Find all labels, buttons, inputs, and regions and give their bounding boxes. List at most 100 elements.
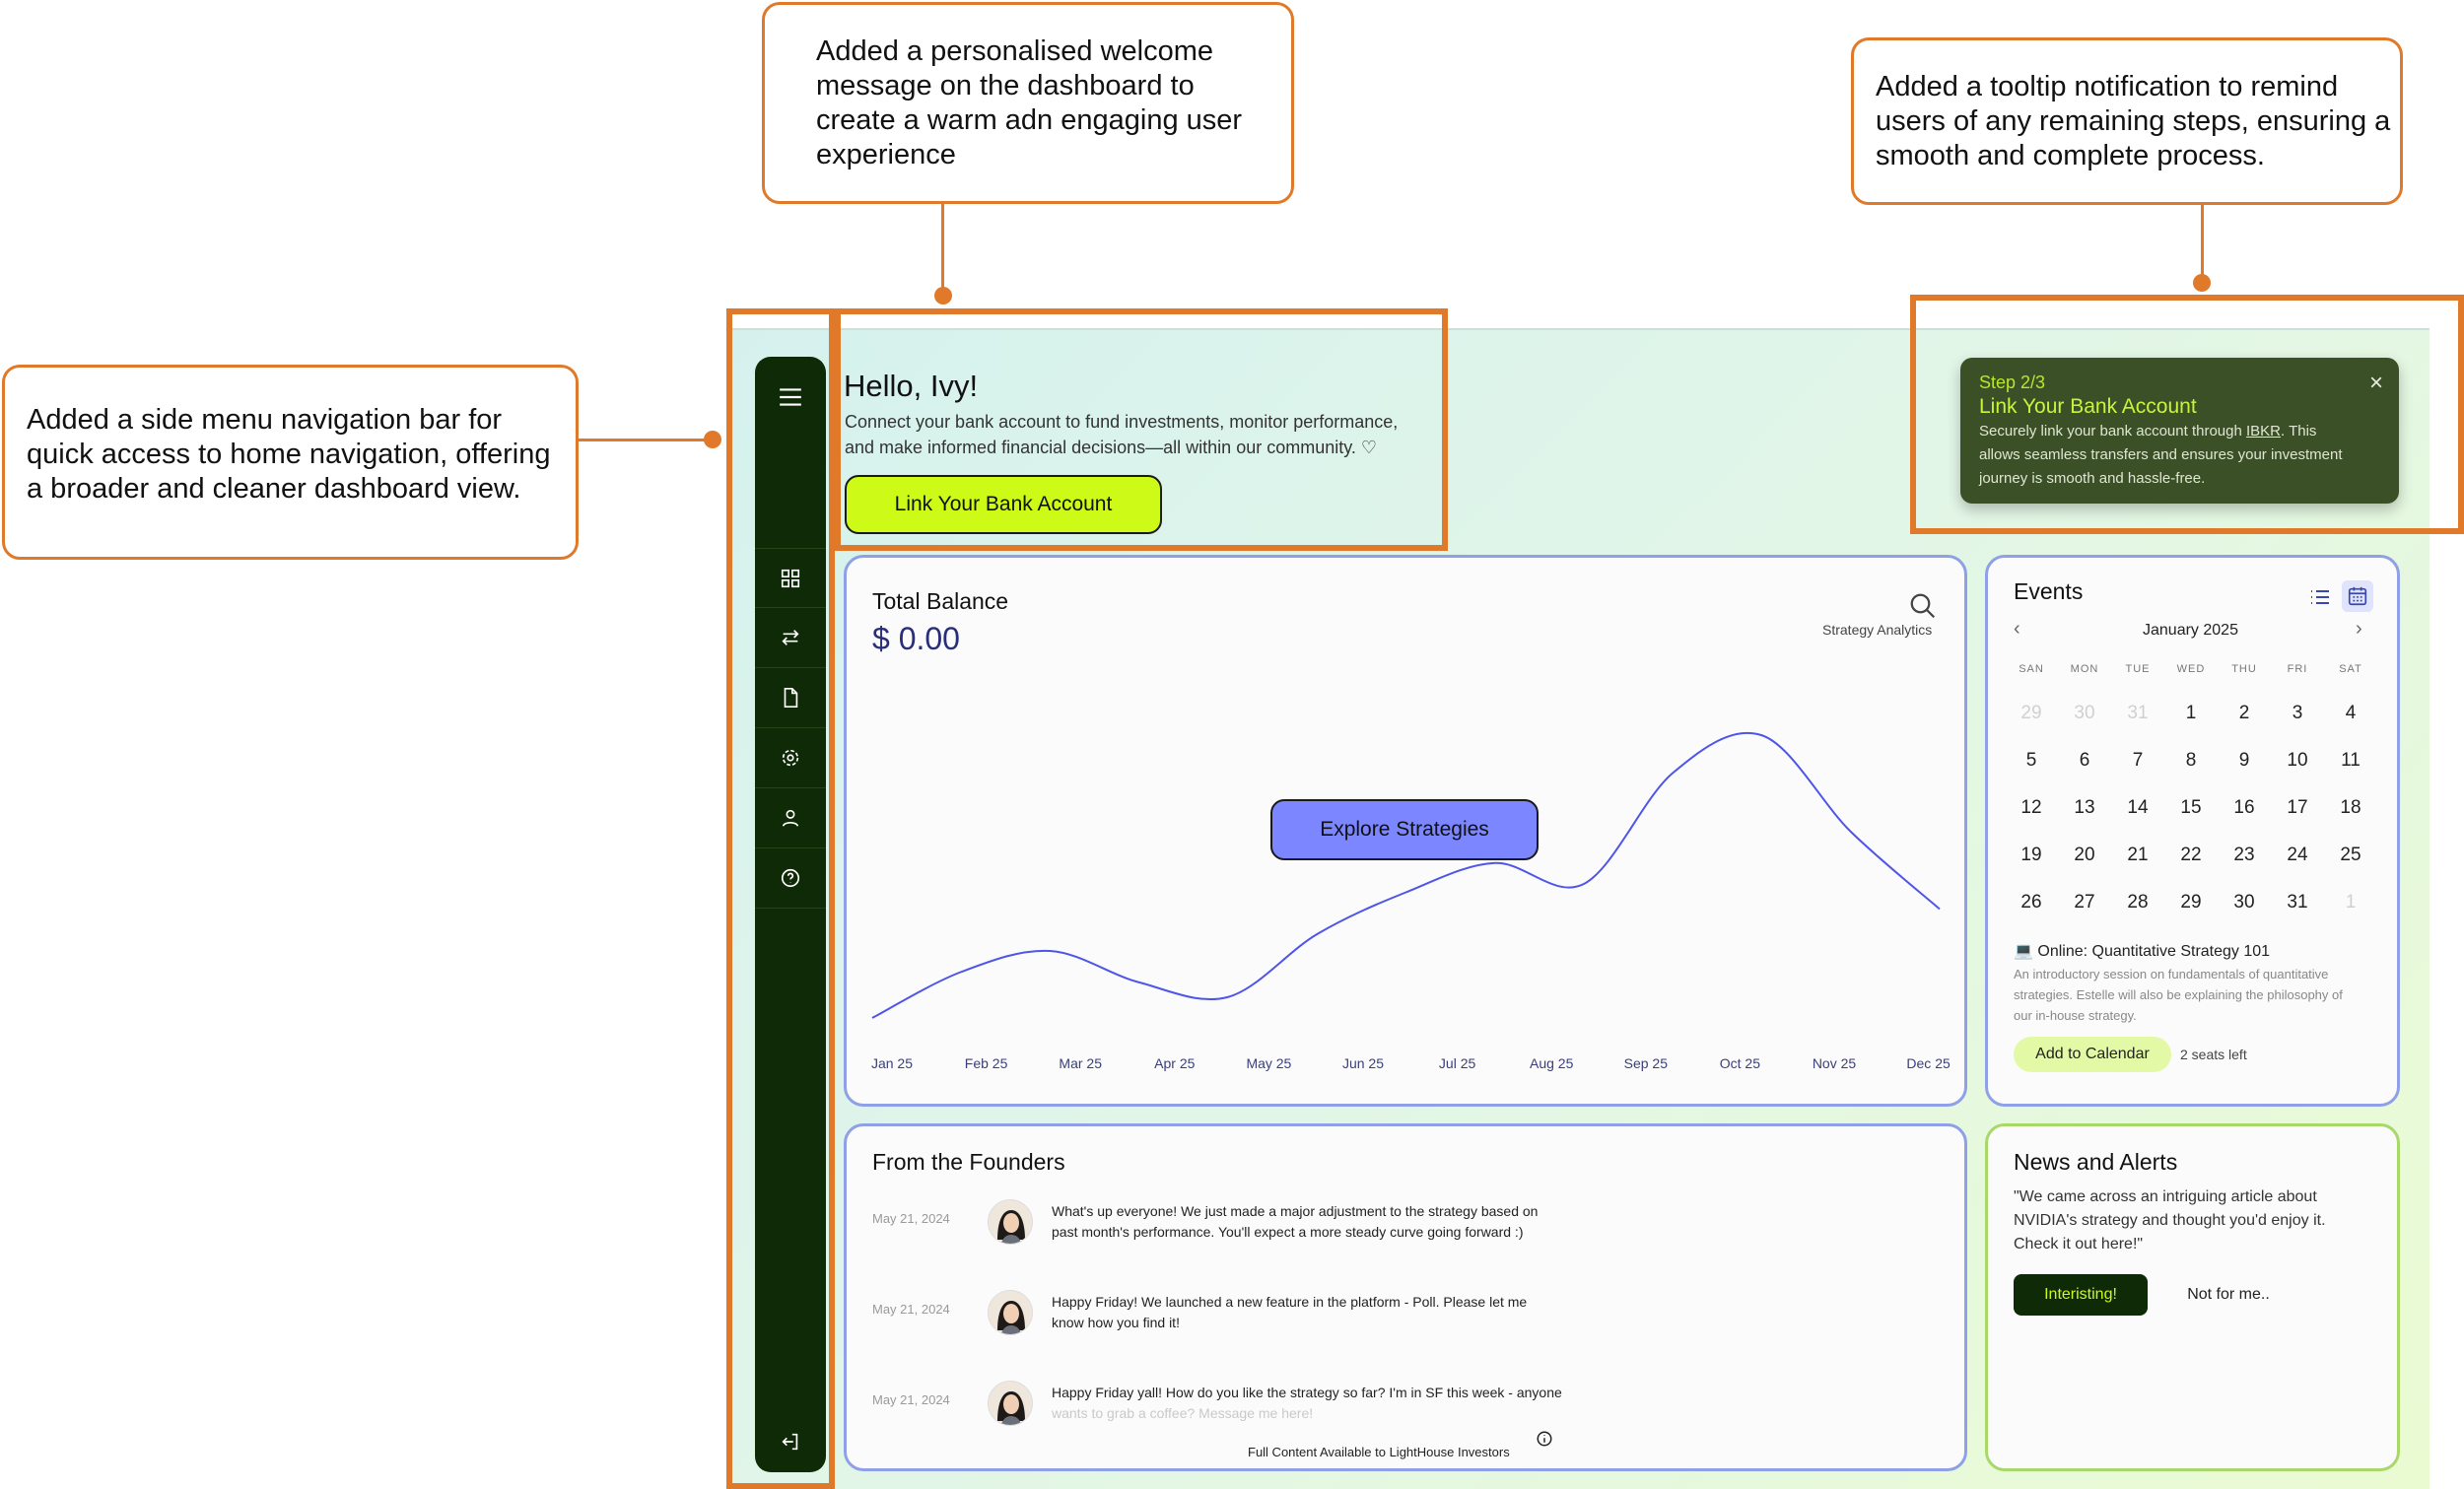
balance-amount: $ 0.00 [872, 621, 960, 656]
post-text: wants to grab a coffee? Message me here! [1052, 1405, 1314, 1421]
highlight-tooltip [1910, 295, 2464, 534]
highlight-sidebar [726, 308, 835, 1489]
calendar-day-outside[interactable]: 31 [2111, 703, 2164, 724]
x-tick-label: Aug 25 [1530, 1055, 1574, 1071]
connector-sidebar [579, 439, 712, 441]
events-title: Events [2014, 578, 2084, 604]
weekday-label: THU [2231, 663, 2257, 675]
calendar-day[interactable]: 13 [2058, 797, 2111, 819]
calendar-day[interactable]: 23 [2218, 845, 2271, 866]
connector-dot-sidebar [704, 431, 721, 448]
post-text: Happy Friday! We launched a new feature … [1052, 1294, 1528, 1310]
callout-tooltip: Added a tooltip notification to remind u… [1851, 37, 2403, 205]
x-tick-label: Sep 25 [1624, 1055, 1669, 1071]
post-text: know how you find it! [1052, 1315, 1180, 1330]
x-tick-label: Jul 25 [1439, 1055, 1476, 1071]
next-month-button[interactable]: › [2356, 618, 2362, 641]
founder-avatar [988, 1381, 1033, 1426]
calendar-day[interactable]: 19 [2005, 845, 2058, 866]
news-line-2: NVIDIA's strategy and thought you'd enjo… [2014, 1212, 2326, 1229]
balance-series-line [871, 731, 1941, 1019]
callout-sidebar-text: Added a side menu navigation bar for qui… [27, 404, 551, 505]
founders-title: From the Founders [872, 1149, 1065, 1175]
news-title: News and Alerts [2014, 1149, 2178, 1175]
callout-tooltip-text: Added a tooltip notification to remind u… [1876, 71, 2391, 171]
calendar-icon [2348, 586, 2367, 606]
info-icon[interactable] [1536, 1430, 1553, 1448]
post-date: May 21, 2024 [872, 1302, 950, 1317]
calendar-day[interactable]: 9 [2218, 750, 2271, 772]
prev-month-button[interactable]: ‹ [2014, 618, 2020, 641]
not-for-me-button[interactable]: Not for me.. [2164, 1274, 2293, 1316]
calendar-day[interactable]: 7 [2111, 750, 2164, 772]
x-tick-label: May 25 [1246, 1055, 1291, 1071]
calendar-day[interactable]: 1 [2164, 703, 2218, 724]
calendar-day[interactable]: 25 [2324, 845, 2377, 866]
x-tick-label: Dec 25 [1906, 1055, 1951, 1071]
strategy-analytics-label[interactable]: Strategy Analytics [1822, 622, 1932, 638]
event-desc-3: our in-house strategy. [2014, 1008, 2137, 1023]
post-text: What's up everyone! We just made a major… [1052, 1203, 1539, 1219]
calendar-day[interactable]: 17 [2271, 797, 2324, 819]
calendar-day[interactable]: 8 [2164, 750, 2218, 772]
calendar-day-outside[interactable]: 1 [2324, 892, 2377, 914]
calendar-day[interactable]: 5 [2005, 750, 2058, 772]
callout-welcome-text: Added a personalised welcome message on … [816, 35, 1243, 170]
x-tick-label: Jun 25 [1342, 1055, 1384, 1071]
x-tick-label: Mar 25 [1059, 1055, 1102, 1071]
event-desc-1: An introductory session on fundamentals … [2014, 967, 2329, 981]
calendar-month: January 2025 [2143, 622, 2238, 639]
event-title[interactable]: 💻 Online: Quantitative Strategy 101 [2014, 941, 2270, 961]
calendar-day[interactable]: 30 [2218, 892, 2271, 914]
interesting-button[interactable]: Interisting! [2014, 1274, 2148, 1316]
calendar-day[interactable]: 26 [2005, 892, 2058, 914]
calendar-day[interactable]: 4 [2324, 703, 2377, 724]
add-to-calendar-button[interactable]: Add to Calendar [2014, 1037, 2171, 1072]
news-line-3: Check it out here!" [2014, 1236, 2144, 1252]
search-icon[interactable] [1908, 591, 1938, 621]
post-text: Happy Friday yall! How do you like the s… [1052, 1385, 1562, 1400]
calendar-day[interactable]: 21 [2111, 845, 2164, 866]
calendar-day[interactable]: 6 [2058, 750, 2111, 772]
seats-left: 2 seats left [2180, 1047, 2247, 1062]
calendar-view-toggle[interactable] [2342, 580, 2373, 612]
calendar-day[interactable]: 28 [2111, 892, 2164, 914]
calendar-day[interactable]: 12 [2005, 797, 2058, 819]
callout-welcome: Added a personalised welcome message on … [762, 2, 1294, 204]
calendar-day[interactable]: 18 [2324, 797, 2377, 819]
connector-dot-tooltip [2193, 274, 2211, 292]
x-tick-label: Feb 25 [965, 1055, 1008, 1071]
calendar-day[interactable]: 15 [2164, 797, 2218, 819]
weekday-label: WED [2176, 663, 2206, 675]
founder-avatar [988, 1199, 1033, 1245]
explore-strategies-button[interactable]: Explore Strategies [1270, 799, 1539, 860]
calendar-day[interactable]: 20 [2058, 845, 2111, 866]
callout-sidebar: Added a side menu navigation bar for qui… [2, 365, 579, 560]
news-line-1: "We came across an intriguing article ab… [2014, 1188, 2317, 1205]
weekday-label: TUE [2125, 663, 2151, 675]
x-tick-label: Oct 25 [1720, 1055, 1760, 1071]
event-desc-2: strategies. Estelle will also be explain… [2014, 987, 2343, 1002]
x-tick-label: Jan 25 [871, 1055, 913, 1071]
calendar-day[interactable]: 3 [2271, 703, 2324, 724]
calendar-day[interactable]: 2 [2218, 703, 2271, 724]
calendar-day[interactable]: 22 [2164, 845, 2218, 866]
post-date: May 21, 2024 [872, 1392, 950, 1407]
calendar-day[interactable]: 14 [2111, 797, 2164, 819]
list-view-icon[interactable] [2308, 585, 2332, 609]
calendar-day[interactable]: 11 [2324, 750, 2377, 772]
calendar-day[interactable]: 24 [2271, 845, 2324, 866]
calendar-day[interactable]: 16 [2218, 797, 2271, 819]
balance-chart: Jan 25 Feb 25 Mar 25 Apr 25 May 25 Jun 25 Jul … [871, 731, 1951, 1071]
calendar-day[interactable]: 10 [2271, 750, 2324, 772]
connector-dot-welcome [934, 287, 952, 305]
calendar-day-outside[interactable]: 30 [2058, 703, 2111, 724]
calendar-day-outside[interactable]: 29 [2005, 703, 2058, 724]
highlight-welcome [835, 308, 1448, 551]
calendar-day[interactable]: 31 [2271, 892, 2324, 914]
weekday-label: FRI [2287, 663, 2308, 675]
calendar-day[interactable]: 29 [2164, 892, 2218, 914]
post-text: past month's performance. You'll expect … [1052, 1224, 1524, 1240]
calendar-day[interactable]: 27 [2058, 892, 2111, 914]
weekday-label: SAT [2339, 663, 2362, 675]
